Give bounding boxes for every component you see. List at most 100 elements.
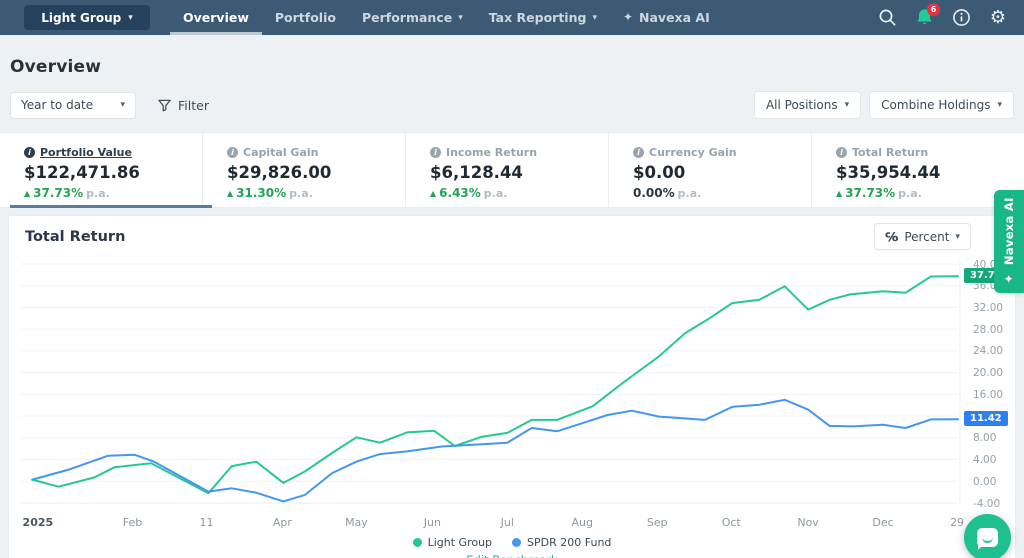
total-return-chart-card: Total Return ℅ Percent ▾ 40.00 36.00 32.00… xyxy=(8,215,1016,558)
info-icon: i xyxy=(24,147,35,158)
x-axis-tick: 11 xyxy=(199,516,214,529)
x-axis-tick: Nov xyxy=(797,516,819,529)
notification-count-badge: 6 xyxy=(927,2,940,16)
y-axis-tick: -4.00 xyxy=(973,497,1001,510)
chevron-down-icon: ▾ xyxy=(844,100,850,110)
unit-selector-label: Percent xyxy=(904,229,950,244)
info-icon[interactable] xyxy=(949,6,973,30)
funnel-icon xyxy=(158,99,171,111)
notifications-bell-icon[interactable]: 6 xyxy=(912,2,940,30)
stat-value: $29,826.00 xyxy=(227,163,332,182)
settings-gear-icon[interactable]: ⚙ xyxy=(986,6,1010,30)
filter-button[interactable]: Filter xyxy=(158,98,209,113)
search-icon[interactable] xyxy=(875,6,899,30)
stat-total-return[interactable]: i Total Return $35,954.44 ▲ 37.73% p.a. xyxy=(812,133,1024,207)
info-icon: i xyxy=(836,147,847,158)
stat-value: $0.00 xyxy=(633,163,686,182)
legend-dot xyxy=(512,538,522,547)
chart-title: Total Return xyxy=(25,228,126,245)
arrow-up-icon: ▲ xyxy=(227,188,234,198)
series-end-value-badge: 11.42 xyxy=(964,411,1008,427)
y-axis-tick: 24.00 xyxy=(973,345,1004,358)
stat-value: $6,128.44 xyxy=(430,163,523,182)
x-axis-tick: Apr xyxy=(272,516,292,529)
all-positions-dropdown[interactable]: All Positions ▾ xyxy=(753,91,862,119)
stat-value: $35,954.44 xyxy=(836,163,941,182)
x-axis-tick: Jul xyxy=(500,516,514,529)
sparkle-icon: ✦ xyxy=(622,10,634,24)
chevron-down-icon: ▾ xyxy=(955,231,960,242)
x-axis-tick: 2025 xyxy=(22,516,54,529)
filter-row: Year to date ▾ Filter All Positions ▾ Co… xyxy=(10,91,1014,119)
stat-change: ▲ 6.43% p.a. xyxy=(430,186,508,200)
y-axis-tick: 4.00 xyxy=(973,454,997,467)
legend-dot xyxy=(412,538,422,547)
date-range-value: Year to date xyxy=(21,98,94,112)
main-nav-tabs: Overview Portfolio Performance ▾ Tax Reporti… xyxy=(170,0,723,35)
all-positions-label: All Positions xyxy=(765,98,838,112)
stat-currency-gain[interactable]: i Currency Gain $0.00 0.00% p.a. xyxy=(609,133,812,207)
series-line-light-group xyxy=(31,275,959,495)
stat-portfolio-value[interactable]: i Portfolio Value $122,471.86 ▲ 37.73% p.a. xyxy=(0,133,203,207)
nav-tab-navexa-ai[interactable]: ✦ Navexa AI xyxy=(610,0,723,35)
y-axis-tick: 32.00 xyxy=(973,301,1004,314)
chart-x-axis: 2025 Feb 11 Apr May Jun Jul Aug Sep Oct Nov Dec 29 xyxy=(9,514,1015,534)
nav-tab-tax-reporting[interactable]: Tax Reporting ▾ xyxy=(476,0,610,35)
x-axis-tick: 29 xyxy=(950,516,965,529)
stat-capital-gain[interactable]: i Capital Gain $29,826.00 ▲ 31.30% p.a. xyxy=(203,133,406,207)
arrow-up-icon: ▲ xyxy=(430,188,437,198)
navexa-ai-side-tab[interactable]: ✦ Navexa AI xyxy=(994,190,1024,293)
page-title: Overview xyxy=(10,57,102,77)
chart-plot-area[interactable]: 40.00 36.00 32.00 28.00 24.00 20.00 16.00 8.00 4… xyxy=(9,254,1015,514)
y-axis-tick: 20.00 xyxy=(973,367,1004,380)
stat-change: 0.00% p.a. xyxy=(633,186,702,200)
x-axis-tick: Aug xyxy=(571,516,593,529)
percent-icon: ℅ xyxy=(885,229,899,244)
chat-bubble-icon xyxy=(977,528,998,550)
stat-value: $122,471.86 xyxy=(24,163,140,182)
sparkle-icon: ✦ xyxy=(1001,271,1017,286)
chevron-down-icon: ▾ xyxy=(592,12,597,23)
unit-selector-dropdown[interactable]: ℅ Percent ▾ xyxy=(874,223,971,250)
navexa-ai-side-tab-label: Navexa AI xyxy=(1002,196,1016,265)
nav-tab-overview[interactable]: Overview xyxy=(170,0,262,35)
chart-header: Total Return ℅ Percent ▾ xyxy=(9,216,1015,254)
chevron-down-icon: ▾ xyxy=(120,100,125,110)
x-axis-tick: Sep xyxy=(646,516,668,529)
chevron-down-icon: ▾ xyxy=(458,12,463,23)
y-axis-tick: 16.00 xyxy=(973,388,1004,401)
portfolio-selector-label: Light Group xyxy=(41,10,122,25)
x-axis-tick: Oct xyxy=(721,516,741,529)
chart-legend: Light Group SPDR 200 Fund xyxy=(9,534,1015,551)
stat-income-return[interactable]: i Income Return $6,128.44 ▲ 6.43% p.a. xyxy=(406,133,609,207)
y-axis-tick: 28.00 xyxy=(973,323,1004,336)
info-icon: i xyxy=(227,147,238,158)
y-axis-tick: 8.00 xyxy=(973,432,997,445)
x-axis-tick: Feb xyxy=(122,516,143,529)
active-stat-underline xyxy=(10,205,212,208)
legend-item-light-group[interactable]: Light Group xyxy=(412,536,492,549)
chevron-down-icon: ▾ xyxy=(128,12,133,23)
info-icon: i xyxy=(633,147,644,158)
stat-change: ▲ 31.30% p.a. xyxy=(227,186,313,200)
combine-holdings-label: Combine Holdings xyxy=(881,98,991,112)
stat-change: ▲ 37.73% p.a. xyxy=(24,186,110,200)
x-axis-tick: Jun xyxy=(423,516,441,529)
arrow-up-icon: ▲ xyxy=(836,188,843,198)
nav-tab-portfolio[interactable]: Portfolio xyxy=(262,0,349,35)
chat-support-button[interactable] xyxy=(964,514,1011,558)
top-navbar: Light Group ▾ Overview Portfolio Performan… xyxy=(0,0,1024,35)
x-axis-tick: May xyxy=(345,516,368,529)
date-range-dropdown[interactable]: Year to date ▾ xyxy=(10,91,136,119)
summary-stats-strip: i Portfolio Value $122,471.86 ▲ 37.73% p.a. i C… xyxy=(0,132,1024,208)
y-axis-tick: 0.00 xyxy=(973,475,997,488)
combine-holdings-dropdown[interactable]: Combine Holdings ▾ xyxy=(869,91,1014,119)
x-axis-tick: Dec xyxy=(872,516,894,529)
edit-benchmark-link[interactable]: Edit Benchmark xyxy=(9,553,1015,558)
nav-tab-performance[interactable]: Performance ▾ xyxy=(349,0,476,35)
chart-svg xyxy=(21,260,961,505)
portfolio-selector-dropdown[interactable]: Light Group ▾ xyxy=(24,5,150,30)
legend-item-spdr-200-fund[interactable]: SPDR 200 Fund xyxy=(512,536,611,549)
filter-button-label: Filter xyxy=(178,97,209,113)
arrow-up-icon: ▲ xyxy=(24,188,31,198)
